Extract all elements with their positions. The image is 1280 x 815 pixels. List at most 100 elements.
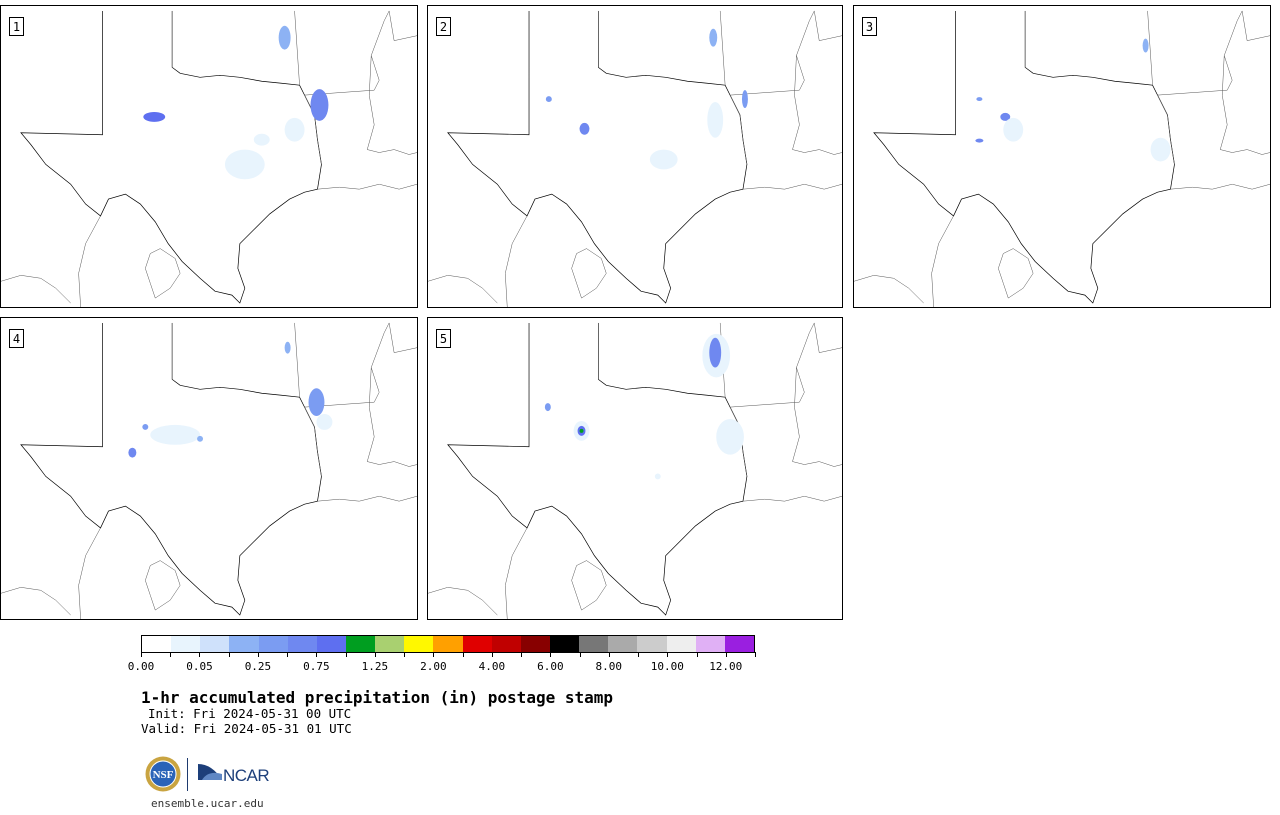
- state-border: [1170, 183, 1270, 190]
- precip-shading: [544, 333, 744, 480]
- colorbar-tick: [345, 652, 347, 657]
- precip-map: [854, 10, 1270, 307]
- state-border: [1, 587, 71, 616]
- state-border: [1157, 10, 1243, 96]
- colorbar-segment: [404, 636, 434, 652]
- ncar-logo-text: NCAR: [223, 766, 270, 785]
- colorbar-tick: [521, 652, 523, 657]
- colorbar-tick: [287, 652, 289, 657]
- state-border: [931, 215, 954, 307]
- state-border: [317, 495, 417, 502]
- precip-map: [1, 322, 417, 619]
- state-border: [814, 322, 842, 353]
- colorbar-segment: [258, 636, 288, 652]
- state-border: [730, 322, 815, 408]
- precip-map: [1, 10, 417, 307]
- valid-time: Valid: Fri 2024-05-31 01 UTC: [141, 721, 352, 736]
- colorbar-segment: [608, 636, 638, 652]
- colorbar-tick-label: 4.00: [478, 660, 506, 673]
- colorbar-segment: [520, 636, 550, 652]
- colorbar-tick-label: 0.05: [186, 660, 213, 673]
- state-border: [366, 367, 417, 467]
- panel-number-label: 5: [436, 329, 451, 348]
- state-border: [294, 10, 300, 86]
- colorbar-tick: [725, 652, 727, 657]
- colorbar-segment: [287, 636, 317, 652]
- colorbar-segment: [345, 636, 376, 652]
- init-time: Init: Fri 2024-05-31 00 UTC: [148, 706, 352, 721]
- state-border: [792, 367, 842, 467]
- state-border: [388, 10, 417, 41]
- colorbar-segment: [462, 636, 492, 652]
- panel-number-label: 4: [9, 329, 24, 348]
- colorbar-tick-label: 12.00: [709, 660, 743, 673]
- texas-border: [20, 10, 322, 304]
- nsf-logo-icon: NSF: [145, 756, 181, 792]
- colorbar-tick: [462, 652, 464, 657]
- colorbar-segment: [433, 636, 463, 652]
- state-border: [428, 275, 498, 304]
- state-border: [294, 322, 300, 398]
- colorbar-segment: [491, 636, 521, 652]
- colorbar-tick: [257, 652, 259, 657]
- texas-border: [447, 322, 748, 616]
- state-border: [730, 10, 815, 96]
- texas-border: [447, 10, 748, 304]
- colorbar-segment: [142, 636, 172, 652]
- colorbar-segment: [316, 636, 346, 652]
- state-border: [571, 248, 607, 299]
- svg-text:NSF: NSF: [153, 769, 174, 781]
- sponsor-logos: NSF NCAR: [145, 756, 275, 792]
- colorbar-tick: [170, 652, 172, 657]
- precip-shading: [128, 341, 333, 458]
- figure-title: 1-hr accumulated precipitation (in) post…: [141, 688, 614, 707]
- logo-divider: [187, 758, 188, 791]
- colorbar-tick: [608, 652, 610, 657]
- state-border: [505, 527, 528, 619]
- ensemble-member-panel-2: 2: [427, 5, 843, 308]
- colorbar-segment: [171, 636, 201, 652]
- colorbar-segment: [637, 636, 667, 652]
- colorbar-segment: [375, 636, 405, 652]
- state-border: [388, 322, 417, 353]
- colorbar-ticks: [141, 652, 756, 658]
- texas-border: [20, 322, 322, 616]
- colorbar-tick: [550, 652, 552, 657]
- state-border: [304, 10, 390, 96]
- colorbar-tick: [755, 652, 756, 657]
- colorbar-tick-label: 8.00: [595, 660, 623, 673]
- state-border: [854, 275, 924, 304]
- state-border: [814, 10, 842, 41]
- state-border: [78, 527, 101, 619]
- colorbar-tick: [491, 652, 493, 657]
- colorbar-tick: [433, 652, 435, 657]
- state-border: [742, 183, 842, 190]
- panel-number-label: 2: [436, 17, 451, 36]
- state-border: [78, 215, 101, 307]
- colorbar-tick: [316, 652, 318, 657]
- colorbar-segment: [666, 636, 696, 652]
- colorbar-tick-label: 6.00: [537, 660, 564, 673]
- state-border: [742, 495, 842, 502]
- state-border: [1241, 10, 1270, 41]
- state-border: [366, 55, 417, 155]
- state-border: [1219, 55, 1270, 155]
- colorbar-segment: [200, 636, 230, 652]
- colorbar-tick-label: 10.00: [650, 660, 684, 673]
- website-label: ensemble.ucar.edu: [151, 797, 264, 810]
- state-border: [1, 275, 71, 304]
- precip-shading: [975, 38, 1171, 162]
- colorbar-tick: [199, 652, 201, 657]
- ncar-logo-icon: [198, 764, 222, 780]
- colorbar-tick: [228, 652, 230, 657]
- ensemble-member-panel-3: 3: [853, 5, 1271, 308]
- colorbar-tick-label: 0.75: [303, 660, 330, 673]
- ensemble-member-panel-5: 5: [427, 317, 843, 620]
- colorbar-tick-label: 1.25: [361, 660, 389, 673]
- colorbar-tick: [667, 652, 669, 657]
- state-border: [505, 215, 528, 307]
- colorbar-segment: [579, 636, 609, 652]
- panel-number-label: 3: [862, 17, 877, 36]
- colorbar-tick: [404, 652, 406, 657]
- colorbar-tick: [638, 652, 640, 657]
